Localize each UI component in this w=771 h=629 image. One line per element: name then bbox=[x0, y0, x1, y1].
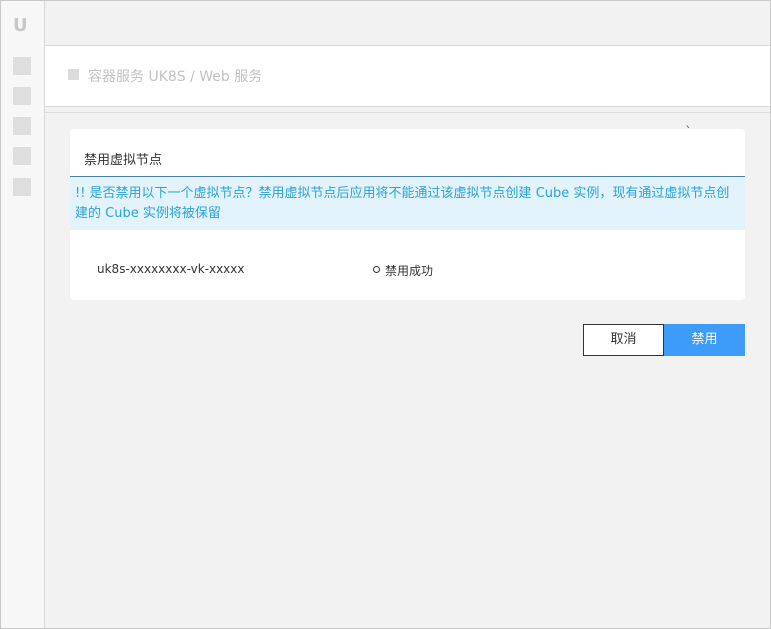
app-logo: U bbox=[13, 15, 28, 36]
cancel-button[interactable]: 取消 bbox=[583, 324, 664, 356]
dialog-title: 禁用虚拟节点 bbox=[84, 153, 163, 168]
disable-button[interactable]: 禁用 bbox=[664, 324, 745, 356]
sidebar: U bbox=[1, 1, 45, 628]
page-header: 容器服务 UK8S / Web 服务 bbox=[45, 45, 770, 107]
breadcrumb: 容器服务 UK8S / Web 服务 bbox=[88, 69, 263, 85]
sidebar-menu-icon-3[interactable] bbox=[13, 117, 31, 135]
sidebar-menu-icon-1[interactable] bbox=[13, 57, 31, 75]
status-dot-icon bbox=[373, 266, 380, 273]
warning-alert: !! 是否禁用以下一个虚拟节点？禁用虚拟节点后应用将不能通过该虚拟节点创建 Cu… bbox=[70, 177, 745, 230]
disable-virtual-node-dialog: ˋ 禁用虚拟节点 !! 是否禁用以下一个虚拟节点？禁用虚拟节点后应用将不能通过该… bbox=[70, 125, 745, 300]
sidebar-menu-icon-2[interactable] bbox=[13, 87, 31, 105]
sidebar-menu-icon-5[interactable] bbox=[13, 178, 31, 196]
close-icon[interactable]: ˋ bbox=[685, 125, 692, 141]
sidebar-menu-icon-4[interactable] bbox=[13, 147, 31, 165]
node-status-text: 禁用成功 bbox=[385, 264, 434, 278]
virtual-node-name: uk8s-xxxxxxxx-vk-xxxxx bbox=[97, 262, 245, 276]
warning-message: !! 是否禁用以下一个虚拟节点？禁用虚拟节点后应用将不能通过该虚拟节点创建 Cu… bbox=[75, 186, 730, 221]
content-divider bbox=[45, 112, 770, 113]
service-icon bbox=[68, 69, 79, 80]
node-status: 禁用成功 bbox=[373, 262, 433, 279]
